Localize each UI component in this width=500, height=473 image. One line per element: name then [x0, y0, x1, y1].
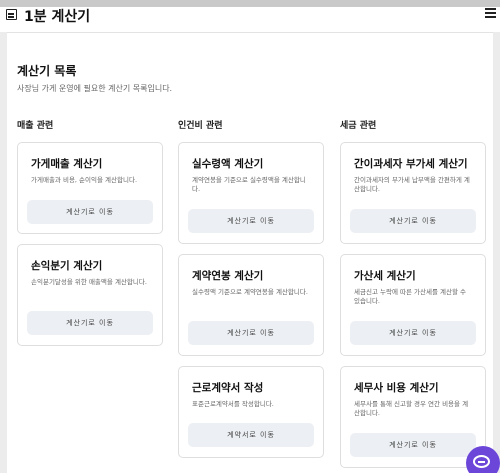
app-title[interactable]: 1분 계산기: [24, 6, 90, 26]
card-description: 계약연봉을 기준으로 실수령액을 계산합니다.: [192, 176, 306, 193]
calculator-card: 세무사 비용 계산기 세무사를 통해 신고할 경우 연간 비용을 계산합니다. …: [340, 366, 486, 468]
card-title: 계약연봉 계산기: [192, 270, 264, 282]
calculator-card: 간이과세자 부가세 계산기 간이과세자의 부가세 납부액을 간편하게 계산합니다…: [340, 142, 486, 244]
calculator-card: 손익분기 계산기 손익분기달성을 위한 매출액을 계산합니다. 계산기로 이동: [17, 244, 163, 346]
calculator-card: 계약연봉 계산기 실수령액 기준으로 계약연봉을 계산합니다. 계산기로 이동: [178, 254, 324, 356]
go-contract-button[interactable]: 계약서로 이동: [188, 423, 314, 447]
left-margin: [0, 32, 7, 473]
card-title: 가게매출 계산기: [31, 158, 103, 170]
card-title: 간이과세자 부가세 계산기: [354, 158, 468, 170]
go-calculator-button[interactable]: 계산기로 이동: [188, 321, 314, 345]
page-frame: 1분 계산기 계산기 목록 사장님 가게 운영에 필요한 계산기 목록입니다. …: [0, 0, 500, 473]
card-description: 손익분기달성을 위한 매출액을 계산합니다.: [31, 278, 147, 286]
card-title: 가산세 계산기: [354, 270, 416, 282]
go-calculator-button[interactable]: 계산기로 이동: [188, 209, 314, 233]
card-description: 가게매출과 비용, 순이익을 계산합니다.: [31, 176, 138, 184]
column-title-labor: 인건비 관련: [178, 121, 223, 131]
card-description: 실수령액 기준으로 계약연봉을 계산합니다.: [192, 288, 308, 296]
column-title-sales: 매출 관련: [17, 121, 54, 131]
hamburger-menu-icon[interactable]: [485, 8, 496, 19]
right-margin: [493, 32, 500, 473]
page-subtitle: 사장님 가게 운영에 필요한 계산기 목록입니다.: [17, 84, 173, 93]
card-description: 표준근로계약서를 작성합니다.: [192, 400, 274, 408]
card-title: 손익분기 계산기: [31, 260, 103, 272]
card-description: 세금신고 누락에 따른 가산세를 계산할 수 있습니다.: [354, 288, 466, 305]
go-calculator-button[interactable]: 계산기로 이동: [350, 433, 476, 457]
calculator-card: 가게매출 계산기 가게매출과 비용, 순이익을 계산합니다. 계산기로 이동: [17, 142, 163, 234]
card-title: 세무사 비용 계산기: [354, 382, 439, 394]
go-calculator-button[interactable]: 계산기로 이동: [27, 200, 153, 224]
go-calculator-button[interactable]: 계산기로 이동: [27, 311, 153, 335]
go-calculator-button[interactable]: 계산기로 이동: [350, 321, 476, 345]
page-title: 계산기 목록: [17, 64, 77, 78]
calculator-icon[interactable]: [6, 9, 17, 20]
top-header: 1분 계산기: [0, 7, 500, 33]
calculator-card: 가산세 계산기 세금신고 누락에 따른 가산세를 계산할 수 있습니다. 계산기…: [340, 254, 486, 356]
card-description: 세무사를 통해 신고할 경우 연간 비용을 계산합니다.: [354, 400, 469, 417]
contract-card: 근로계약서 작성 표준근로계약서를 작성합니다. 계약서로 이동: [178, 366, 324, 458]
chat-bubble-icon[interactable]: [466, 446, 500, 473]
column-title-tax: 세금 관련: [340, 121, 377, 131]
card-title: 근로계약서 작성: [192, 382, 264, 394]
calculator-card: 실수령액 계산기 계약연봉을 기준으로 실수령액을 계산합니다. 계산기로 이동: [178, 142, 324, 244]
card-title: 실수령액 계산기: [192, 158, 264, 170]
card-description: 간이과세자의 부가세 납부액을 간편하게 계산합니다.: [354, 176, 470, 193]
go-calculator-button[interactable]: 계산기로 이동: [350, 209, 476, 233]
